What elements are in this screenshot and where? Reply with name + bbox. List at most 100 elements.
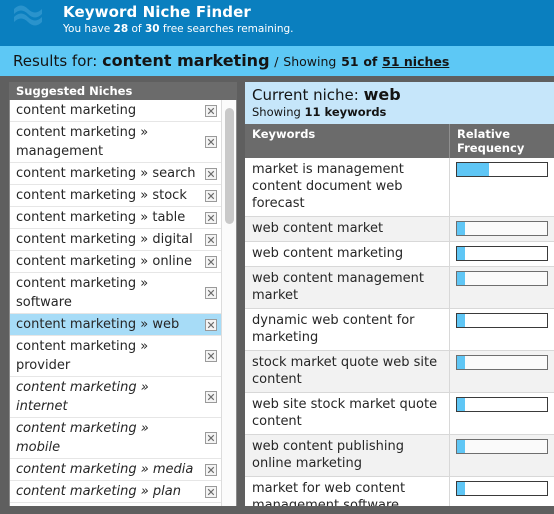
frequency-bar-fill	[457, 314, 466, 327]
frequency-cell	[449, 266, 554, 309]
table-row: stock market quote web site content	[245, 350, 554, 393]
niche-list-item-label: content marketing » provider	[16, 339, 149, 373]
niche-list-item[interactable]: content marketing » provider	[10, 336, 222, 377]
niche-list-item-label: content marketing » search	[16, 166, 196, 181]
column-header-keywords: Keywords	[245, 124, 450, 158]
table-row: dynamic web content for marketing	[245, 308, 554, 351]
close-x-icon[interactable]	[205, 391, 217, 403]
keywords-table-head: Keywords Relative Frequency	[245, 124, 554, 158]
niche-list-item-label: content marketing » mobile	[16, 421, 149, 455]
niche-list-item[interactable]: content marketing » table	[10, 207, 222, 229]
niche-list-item[interactable]: content marketing » stock	[10, 185, 222, 207]
frequency-cell	[449, 241, 554, 267]
frequency-cell	[449, 308, 554, 351]
results-showing-prefix: Showing	[283, 54, 337, 69]
results-label: Results for:	[13, 52, 98, 70]
keyword-cell: stock market quote web site content	[245, 350, 450, 393]
table-row: market is management content document we…	[245, 158, 554, 217]
close-x-icon[interactable]	[205, 485, 217, 498]
niche-list-item[interactable]: content marketing » web	[10, 314, 222, 336]
keyword-count-text: Showing 11 keywords	[252, 105, 554, 120]
scrollbar-thumb[interactable]	[225, 108, 234, 224]
frequency-cell	[449, 216, 554, 242]
quota-mid: of	[128, 23, 145, 35]
keyword-cell: web site stock market quote content	[245, 392, 450, 435]
waves-logo-icon	[0, 0, 56, 46]
niche-list-item[interactable]: content marketing » plan	[10, 481, 222, 503]
frequency-bar-track	[456, 481, 548, 496]
results-bar: Results for: content marketing / Showing…	[0, 46, 554, 76]
frequency-bar-track	[456, 397, 548, 412]
suggested-niches-scrollbar[interactable]	[221, 100, 236, 513]
results-showing-mid: of	[363, 54, 378, 69]
close-x-icon[interactable]	[205, 350, 217, 362]
frequency-cell	[449, 392, 554, 435]
niche-list-item-label: content marketing » internet	[16, 380, 149, 414]
quota-used: 28	[113, 23, 129, 35]
close-x-icon[interactable]	[205, 318, 217, 331]
keyword-detail-panel: Current niche: web Showing 11 keywords K…	[245, 82, 554, 514]
current-niche-label: Current niche:	[252, 86, 359, 104]
niche-list-item[interactable]: content marketing » mobile	[10, 418, 222, 459]
niche-list-item-label: content marketing » management	[16, 125, 149, 159]
close-x-icon[interactable]	[205, 189, 217, 202]
frequency-bar-track	[456, 162, 548, 177]
frequency-cell	[449, 434, 554, 477]
niche-list-item[interactable]: content marketing » online	[10, 251, 222, 273]
niche-list-item-label: content marketing » media	[16, 462, 194, 477]
close-x-icon[interactable]	[205, 255, 217, 268]
close-x-icon[interactable]	[205, 463, 217, 476]
niche-list-item[interactable]: content marketing » media	[10, 459, 222, 481]
table-row: web site stock market quote content	[245, 392, 554, 435]
niche-list-item-label: content marketing	[16, 103, 137, 118]
table-row: web content market	[245, 216, 554, 242]
quota-suffix: free searches remaining.	[159, 23, 294, 35]
niche-list-item-label: content marketing » plan	[16, 484, 181, 499]
niche-list-item[interactable]: content marketing » management	[10, 122, 222, 163]
table-row: web content publishing online marketing	[245, 434, 554, 477]
niche-list-item[interactable]: content marketing » software	[10, 273, 222, 314]
results-query: content marketing	[102, 51, 270, 70]
app-header: Keyword Niche Finder You have 28 of 30 f…	[0, 0, 554, 46]
keyword-niche-finder-app: Keyword Niche Finder You have 28 of 30 f…	[0, 0, 554, 514]
page-bottom-edge	[0, 506, 554, 514]
niche-list-item-label: content marketing » software	[16, 276, 149, 310]
close-x-icon[interactable]	[205, 136, 217, 148]
frequency-bar-track	[456, 355, 548, 370]
frequency-bar-fill	[457, 272, 466, 285]
current-niche-name: web	[363, 85, 401, 104]
niche-list-item[interactable]: content marketing » digital	[10, 229, 222, 251]
niche-list-item-label: content marketing » web	[16, 317, 180, 332]
frequency-bar-track	[456, 221, 548, 236]
suggested-niches-heading: Suggested Niches	[9, 82, 237, 100]
frequency-bar-fill	[457, 163, 490, 176]
quota-total: 30	[144, 23, 160, 35]
close-x-icon[interactable]	[205, 287, 217, 299]
search-quota-text: You have 28 of 30 free searches remainin…	[63, 22, 293, 36]
close-x-icon[interactable]	[205, 233, 217, 246]
close-x-icon[interactable]	[205, 211, 217, 224]
current-niche-header: Current niche: web Showing 11 keywords	[245, 82, 554, 124]
keyword-count-prefix: Showing	[252, 105, 301, 119]
close-x-icon[interactable]	[205, 432, 217, 444]
frequency-bar-fill	[457, 482, 466, 495]
niche-list-item[interactable]: content marketing » internet	[10, 377, 222, 418]
close-x-icon[interactable]	[205, 167, 217, 180]
close-x-icon[interactable]	[205, 104, 217, 117]
niche-list-item[interactable]: content marketing » search	[10, 163, 222, 185]
niche-list-item-label: content marketing » online	[16, 254, 193, 269]
frequency-bar-track	[456, 246, 548, 261]
app-title: Keyword Niche Finder	[63, 3, 251, 21]
keyword-cell: web content publishing online marketing	[245, 434, 450, 477]
keyword-cell: web content marketing	[245, 241, 450, 267]
total-niches-link[interactable]: 51 niches	[382, 54, 449, 69]
frequency-bar-track	[456, 439, 548, 454]
keyword-cell: market is management content document we…	[245, 158, 450, 217]
quota-prefix: You have	[63, 23, 114, 35]
frequency-bar-fill	[457, 398, 466, 411]
niche-list-item[interactable]: content marketing	[10, 100, 222, 122]
current-niche-title: Current niche: web	[252, 85, 554, 105]
frequency-bar-fill	[457, 222, 466, 235]
suggested-niches-list: content marketing content marketing » man…	[9, 100, 237, 514]
frequency-cell	[449, 350, 554, 393]
